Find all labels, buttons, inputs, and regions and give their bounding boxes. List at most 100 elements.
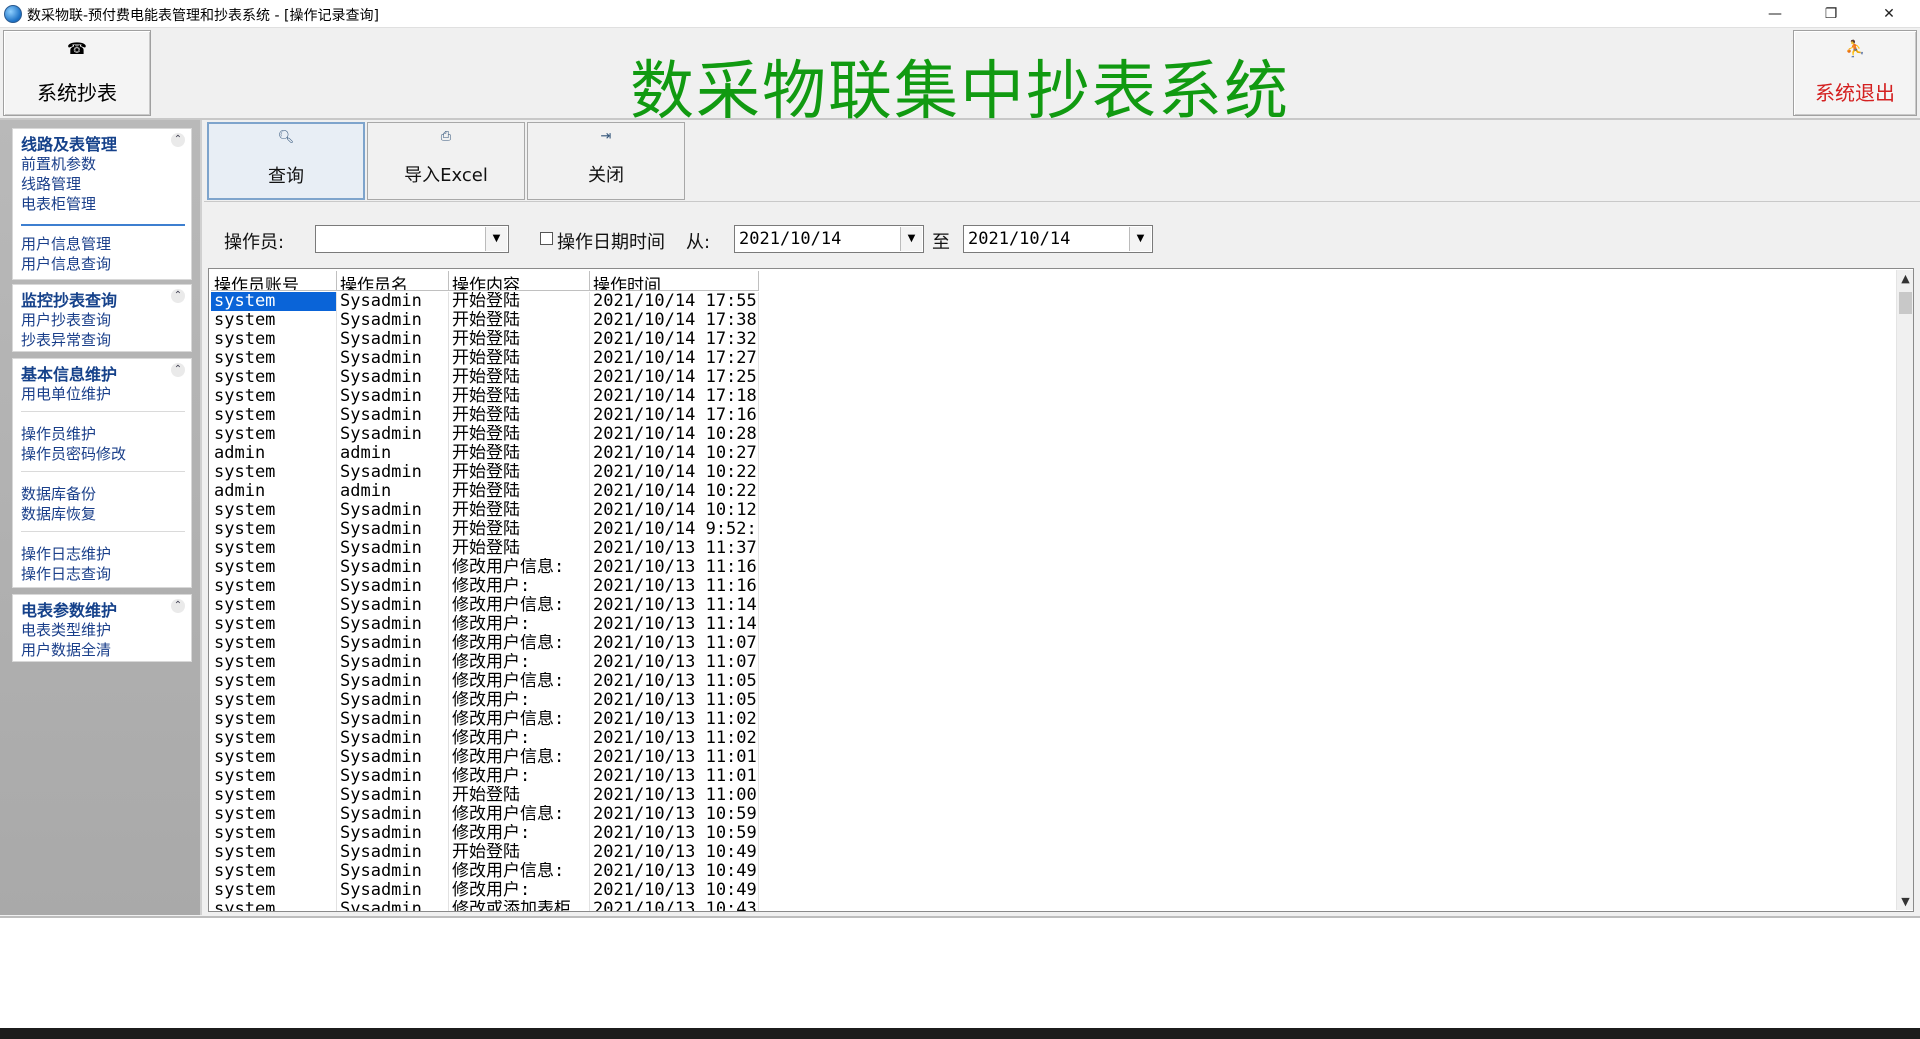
table-cell[interactable]: Sysadmin xyxy=(337,463,449,482)
table-cell[interactable]: 开始登陆 xyxy=(449,292,590,311)
table-row[interactable]: system Sysadmin 修改用户: 2021/10/13 10:49 xyxy=(211,881,759,900)
table-cell[interactable]: 2021/10/13 10:59 xyxy=(590,805,759,824)
operator-select[interactable]: ▼ xyxy=(315,225,509,253)
collapse-icon[interactable]: ⌃ xyxy=(171,363,185,377)
table-cell[interactable]: Sysadmin xyxy=(337,387,449,406)
table-cell[interactable]: Sysadmin xyxy=(337,501,449,520)
table-row[interactable]: system Sysadmin 开始登陆 2021/10/13 11:00 xyxy=(211,786,759,805)
table-cell[interactable]: Sysadmin xyxy=(337,520,449,539)
table-cell[interactable]: system xyxy=(211,862,337,881)
table-cell[interactable]: Sysadmin xyxy=(337,596,449,615)
table-cell[interactable]: Sysadmin xyxy=(337,843,449,862)
table-cell[interactable]: Sysadmin xyxy=(337,881,449,900)
sidebar-item-operator-maintenance[interactable]: 操作员维护 xyxy=(21,423,96,444)
table-cell[interactable]: 2021/10/13 11:01 xyxy=(590,748,759,767)
table-cell[interactable]: system xyxy=(211,653,337,672)
column-header-name[interactable]: 操作员名 xyxy=(337,271,449,291)
table-cell[interactable]: system xyxy=(211,615,337,634)
table-cell[interactable]: 2021/10/14 17:27 xyxy=(590,349,759,368)
table-cell[interactable]: 开始登陆 xyxy=(449,311,590,330)
table-cell[interactable]: Sysadmin xyxy=(337,425,449,444)
table-cell[interactable]: system xyxy=(211,805,337,824)
panel-header[interactable]: 监控抄表查询 ⌃ xyxy=(13,285,191,310)
table-cell[interactable]: Sysadmin xyxy=(337,330,449,349)
query-button[interactable]: 🔍︎ 查询 xyxy=(207,122,365,200)
table-cell[interactable]: 2021/10/13 11:07 xyxy=(590,653,759,672)
table-cell[interactable]: 开始登陆 xyxy=(449,843,590,862)
table-cell[interactable]: Sysadmin xyxy=(337,558,449,577)
table-cell[interactable]: 2021/10/13 11:14 xyxy=(590,615,759,634)
table-cell[interactable]: 修改用户信息: xyxy=(449,596,590,615)
table-cell[interactable]: Sysadmin xyxy=(337,748,449,767)
table-cell[interactable]: Sysadmin xyxy=(337,311,449,330)
table-cell[interactable]: Sysadmin xyxy=(337,805,449,824)
scroll-thumb[interactable] xyxy=(1899,292,1912,314)
panel-header[interactable]: 基本信息维护 ⌃ xyxy=(13,359,191,384)
table-cell[interactable]: Sysadmin xyxy=(337,786,449,805)
table-cell[interactable]: 2021/10/13 11:16 xyxy=(590,577,759,596)
sidebar-item-operator-password[interactable]: 操作员密码修改 xyxy=(21,443,126,464)
table-row[interactable]: system Sysadmin 修改用户信息: 2021/10/13 11:01 xyxy=(211,748,759,767)
sidebar-item-clear-user-data[interactable]: 用户数据全清 xyxy=(21,639,111,660)
table-cell[interactable]: Sysadmin xyxy=(337,729,449,748)
table-cell[interactable]: 2021/10/14 17:55 xyxy=(590,292,759,311)
table-cell[interactable]: 2021/10/13 11:00 xyxy=(590,786,759,805)
table-cell[interactable]: 修改用户: xyxy=(449,824,590,843)
table-row[interactable]: system Sysadmin 修改用户: 2021/10/13 11:02 xyxy=(211,729,759,748)
table-cell[interactable]: admin xyxy=(211,482,337,501)
table-cell[interactable]: system xyxy=(211,900,337,911)
table-cell[interactable]: Sysadmin xyxy=(337,577,449,596)
table-cell[interactable]: 修改用户: xyxy=(449,577,590,596)
table-cell[interactable]: system xyxy=(211,520,337,539)
table-cell[interactable]: 修改用户信息: xyxy=(449,862,590,881)
table-row[interactable]: system Sysadmin 开始登陆 2021/10/14 17:32 xyxy=(211,330,759,349)
table-cell[interactable]: Sysadmin xyxy=(337,368,449,387)
table-cell[interactable]: 修改用户信息: xyxy=(449,748,590,767)
table-row[interactable]: system Sysadmin 修改用户信息: 2021/10/13 10:49 xyxy=(211,862,759,881)
table-cell[interactable]: 开始登陆 xyxy=(449,539,590,558)
table-cell[interactable]: admin xyxy=(337,482,449,501)
table-cell[interactable]: Sysadmin xyxy=(337,824,449,843)
table-row[interactable]: system Sysadmin 开始登陆 2021/10/13 10:49 xyxy=(211,843,759,862)
sidebar-item-log-maintenance[interactable]: 操作日志维护 xyxy=(21,543,111,564)
table-cell[interactable]: 开始登陆 xyxy=(449,330,590,349)
column-header-content[interactable]: 操作内容 xyxy=(449,271,590,291)
sidebar-item-cabinet-management[interactable]: 电表柜管理 xyxy=(21,193,96,214)
table-cell[interactable]: 2021/10/14 10:27 xyxy=(590,444,759,463)
sidebar-item-unit-maintenance[interactable]: 用电单位维护 xyxy=(21,383,111,404)
table-cell[interactable]: 修改用户信息: xyxy=(449,558,590,577)
table-row[interactable]: admin admin 开始登陆 2021/10/14 10:27 xyxy=(211,444,759,463)
table-cell[interactable]: system xyxy=(211,387,337,406)
table-cell[interactable]: 修改用户: xyxy=(449,691,590,710)
table-cell[interactable]: system xyxy=(211,634,337,653)
table-row[interactable]: system Sysadmin 修改用户信息: 2021/10/13 11:14 xyxy=(211,596,759,615)
system-meter-reading-button[interactable]: ☎ 系统抄表 xyxy=(3,30,151,116)
table-row[interactable]: system Sysadmin 修改或添加表柜 2021/10/13 10:43 xyxy=(211,900,759,911)
table-cell[interactable]: Sysadmin xyxy=(337,862,449,881)
table-cell[interactable]: system xyxy=(211,843,337,862)
table-cell[interactable]: system xyxy=(211,558,337,577)
table-row[interactable]: system Sysadmin 修改用户: 2021/10/13 11:07 xyxy=(211,653,759,672)
table-cell[interactable]: 修改或添加表柜 xyxy=(449,900,590,911)
table-row[interactable]: system Sysadmin 开始登陆 2021/10/14 9:52: xyxy=(211,520,759,539)
table-cell[interactable]: 开始登陆 xyxy=(449,520,590,539)
sidebar-item-frontend-params[interactable]: 前置机参数 xyxy=(21,153,96,174)
export-excel-button[interactable]: ⎙ 导入Excel xyxy=(367,122,525,200)
table-cell[interactable]: 2021/10/13 11:01 xyxy=(590,767,759,786)
table-cell[interactable]: 开始登陆 xyxy=(449,406,590,425)
sidebar-item-meter-type[interactable]: 电表类型维护 xyxy=(21,619,111,640)
table-cell[interactable]: 2021/10/13 11:05 xyxy=(590,672,759,691)
chevron-down-icon[interactable]: ▼ xyxy=(485,227,507,251)
table-cell[interactable]: 开始登陆 xyxy=(449,444,590,463)
table-cell[interactable]: system xyxy=(211,349,337,368)
table-cell[interactable]: 2021/10/13 10:59 xyxy=(590,824,759,843)
table-cell[interactable]: system xyxy=(211,463,337,482)
date-filter-checkbox[interactable] xyxy=(540,232,553,245)
table-cell[interactable]: system xyxy=(211,330,337,349)
table-row[interactable]: system Sysadmin 修改用户信息: 2021/10/13 10:59 xyxy=(211,805,759,824)
table-cell[interactable]: 2021/10/13 11:07 xyxy=(590,634,759,653)
table-cell[interactable]: 2021/10/13 11:14 xyxy=(590,596,759,615)
table-cell[interactable]: 2021/10/14 10:22 xyxy=(590,463,759,482)
table-cell[interactable]: system xyxy=(211,292,337,311)
table-row[interactable]: system Sysadmin 开始登陆 2021/10/14 10:28 xyxy=(211,425,759,444)
